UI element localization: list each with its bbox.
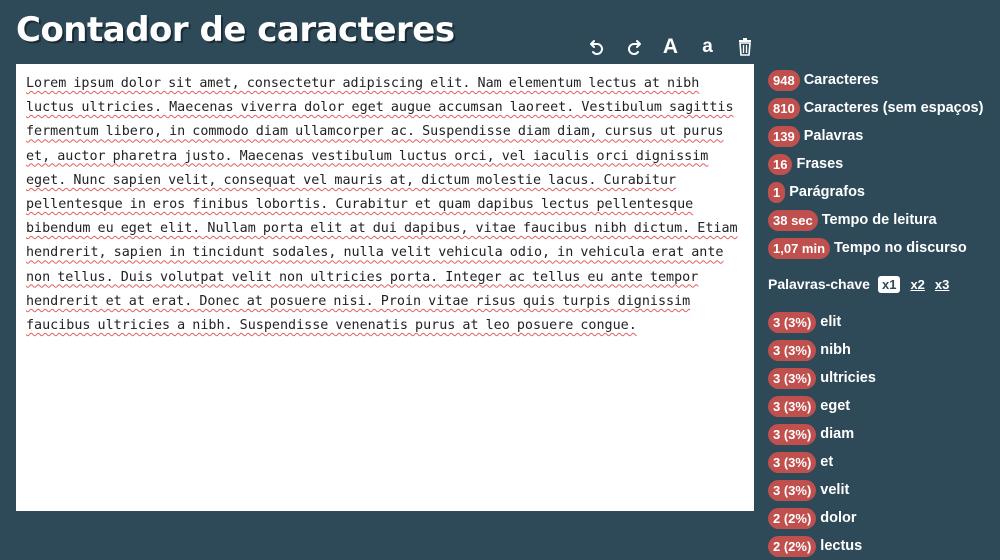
undo-icon <box>589 40 603 55</box>
keywords-title: Palavras-chave <box>768 276 870 292</box>
keyword-word: elit <box>820 314 842 330</box>
keyword-count: 3 (3%) <box>768 311 817 333</box>
stat-label: Caracteres (sem espaços) <box>803 100 984 116</box>
keyword-word: dolor <box>820 510 857 526</box>
keyword-item: 2 (2%) dolor <box>768 504 998 532</box>
keyword-count: 3 (3%) <box>768 367 817 389</box>
editor-toolbar: A a <box>578 34 763 60</box>
stat-characters: 948 Caracteres <box>768 66 998 94</box>
keyword-item: 3 (3%) ultricies <box>768 364 998 392</box>
editor-content[interactable]: Lorem ipsum dolor sit amet, consectetur … <box>26 72 744 338</box>
stat-value: 1 <box>768 181 786 203</box>
keyword-word: eget <box>820 398 851 414</box>
stat-words: 139 Palavras <box>768 122 998 150</box>
keyword-word: diam <box>820 426 855 442</box>
clear-button[interactable] <box>726 34 763 60</box>
keyword-count: 3 (3%) <box>768 479 817 501</box>
keyword-item: 3 (3%) velit <box>768 476 998 504</box>
stat-value: 38 sec <box>768 209 818 231</box>
keyword-item: 3 (3%) elit <box>768 308 998 336</box>
undo-button[interactable] <box>578 34 615 60</box>
keyword-count: 3 (3%) <box>768 423 817 445</box>
keyword-word: et <box>820 454 834 470</box>
stat-characters-no-spaces: 810 Caracteres (sem espaços) <box>768 94 998 122</box>
uppercase-button[interactable]: A <box>652 34 689 60</box>
stat-label: Palavras <box>803 128 864 144</box>
keyword-word: nibh <box>820 342 851 358</box>
redo-icon <box>627 40 641 55</box>
trash-icon <box>738 38 751 56</box>
stat-value: 948 <box>768 69 800 91</box>
stat-value: 16 <box>768 153 793 175</box>
keyword-word: lectus <box>820 538 863 554</box>
keyword-item: 3 (3%) nibh <box>768 336 998 364</box>
keyword-word: velit <box>820 482 850 498</box>
stat-label: Caracteres <box>803 72 879 88</box>
keywords-option-x3[interactable]: x3 <box>935 277 949 292</box>
keyword-item: 3 (3%) et <box>768 448 998 476</box>
keyword-count: 3 (3%) <box>768 395 817 417</box>
keyword-word: ultricies <box>820 370 876 386</box>
lowercase-button[interactable]: a <box>689 34 726 60</box>
stat-reading-time: 38 sec Tempo de leitura <box>768 206 998 234</box>
stat-value: 810 <box>768 97 800 119</box>
redo-button[interactable] <box>615 34 652 60</box>
keywords-option-x2[interactable]: x2 <box>910 277 924 292</box>
stats-panel: 948 Caracteres 810 Caracteres (sem espaç… <box>768 66 998 560</box>
keyword-item: 3 (3%) eget <box>768 392 998 420</box>
stat-label: Parágrafos <box>789 184 865 200</box>
stat-label: Tempo no discurso <box>834 240 967 256</box>
keyword-item: 3 (3%) diam <box>768 420 998 448</box>
keyword-count: 3 (3%) <box>768 339 817 361</box>
keyword-count: 2 (2%) <box>768 535 817 557</box>
keywords-option-x1[interactable]: x1 <box>877 275 901 293</box>
stat-label: Tempo de leitura <box>821 212 937 228</box>
stat-paragraphs: 1 Parágrafos <box>768 178 998 206</box>
stat-label: Frases <box>796 156 844 172</box>
stat-value: 1,07 min <box>768 237 831 259</box>
stat-sentences: 16 Frases <box>768 150 998 178</box>
keyword-count: 2 (2%) <box>768 507 817 529</box>
keyword-item: 2 (2%) lectus <box>768 532 998 560</box>
text-editor[interactable]: Lorem ipsum dolor sit amet, consectetur … <box>16 64 754 511</box>
stat-value: 139 <box>768 125 800 147</box>
stat-speaking-time: 1,07 min Tempo no discurso <box>768 234 998 262</box>
keywords-header: Palavras-chave x1 x2 x3 <box>768 270 998 298</box>
keyword-count: 3 (3%) <box>768 451 817 473</box>
page-title: Contador de caracteres <box>16 10 455 50</box>
